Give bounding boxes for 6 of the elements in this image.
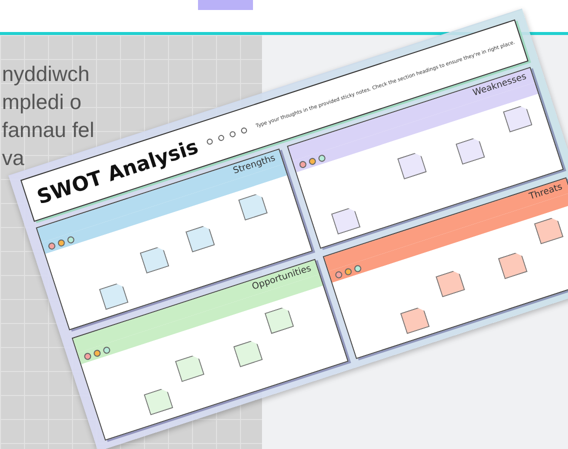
intro-text-line: va xyxy=(1,146,24,172)
dots-icon xyxy=(206,126,248,146)
intro-text-line: mpledi o xyxy=(1,90,82,116)
intro-text-line: nyddiwch xyxy=(1,62,90,88)
note-shape xyxy=(198,0,253,10)
intro-text-line: fannau fel xyxy=(1,118,94,144)
